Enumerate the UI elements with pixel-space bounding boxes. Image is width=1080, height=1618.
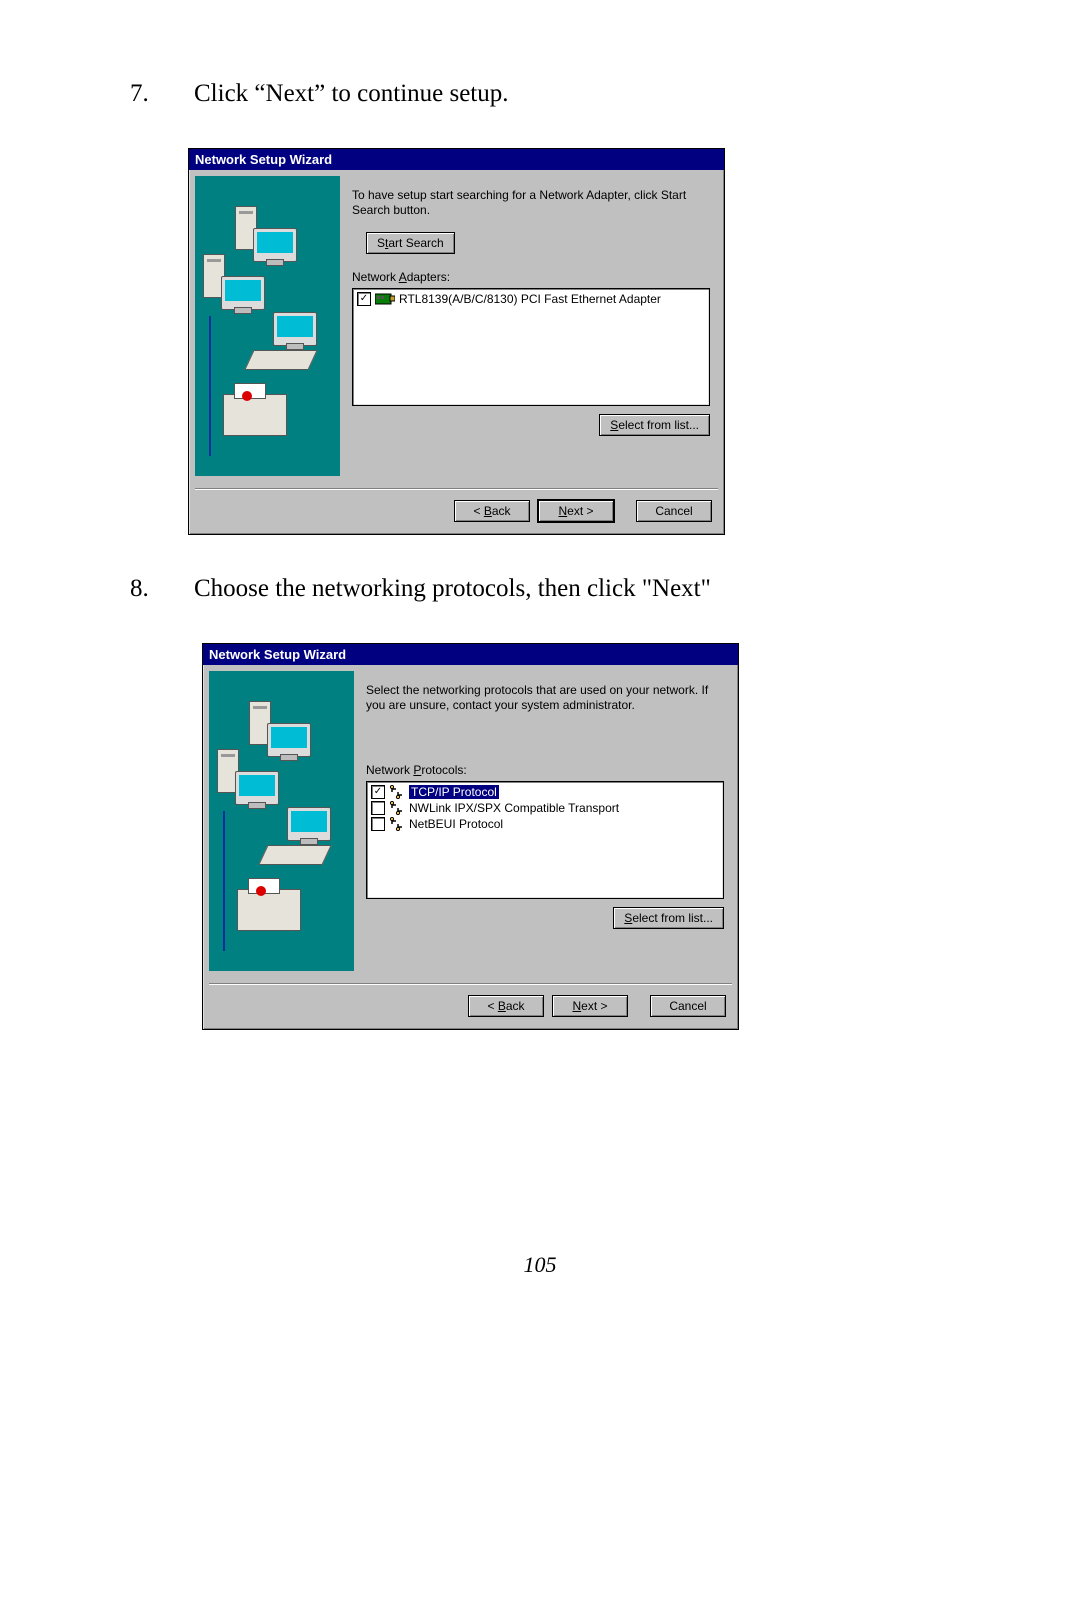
protocol-name: NetBEUI Protocol (409, 817, 503, 831)
instruction-list: 8. Choose the networking protocols, then… (130, 575, 950, 603)
dialog-footer: < Back Next > Cancel (189, 490, 724, 534)
adapter-name: RTL8139(A/B/C/8130) PCI Fast Ethernet Ad… (399, 292, 661, 306)
list-item[interactable]: NWLink IPX/SPX Compatible Transport (369, 800, 721, 816)
network-adapters-label: Network Adapters: (352, 270, 710, 284)
protocol-icon (389, 801, 405, 815)
step-text: Click “Next” to continue setup. (194, 80, 950, 108)
screenshot-1: Network Setup Wizard To have setup start… (188, 148, 950, 535)
network-setup-wizard-dialog: Network Setup Wizard Select the networki… (202, 643, 739, 1030)
dialog-title: Network Setup Wizard (203, 644, 738, 665)
start-search-button[interactable]: Start Search (366, 232, 455, 254)
step-number: 8. (130, 575, 194, 603)
next-button[interactable]: Next > (552, 995, 628, 1017)
select-from-list-button[interactable]: Select from list... (613, 907, 724, 929)
checkbox-icon[interactable] (357, 292, 371, 306)
list-item[interactable]: NetBEUI Protocol (369, 816, 721, 832)
wizard-sidebar-graphic (195, 176, 340, 476)
back-button[interactable]: < Back (468, 995, 544, 1017)
wizard-sidebar-graphic (209, 671, 354, 971)
checkbox-icon[interactable] (371, 801, 385, 815)
protocol-icon (389, 817, 405, 831)
protocol-name: NWLink IPX/SPX Compatible Transport (409, 801, 619, 815)
network-adapters-listbox[interactable]: RTL8139(A/B/C/8130) PCI Fast Ethernet Ad… (352, 288, 710, 406)
checkbox-icon[interactable] (371, 817, 385, 831)
step-number: 7. (130, 80, 194, 108)
screenshot-2: Network Setup Wizard Select the networki… (202, 643, 950, 1030)
instruction-step: 7. Click “Next” to continue setup. (130, 80, 950, 108)
select-from-list-button[interactable]: Select from list... (599, 414, 710, 436)
next-button[interactable]: Next > (538, 500, 614, 522)
dialog-footer: < Back Next > Cancel (203, 985, 738, 1029)
dialog-intro-text: To have setup start searching for a Netw… (352, 188, 710, 218)
checkbox-icon[interactable] (371, 785, 385, 799)
network-card-icon (375, 292, 395, 306)
page-number: 105 (0, 1252, 1080, 1278)
dialog-title: Network Setup Wizard (189, 149, 724, 170)
network-protocols-label: Network Protocols: (366, 763, 724, 777)
instruction-list: 7. Click “Next” to continue setup. (130, 80, 950, 108)
list-item[interactable]: RTL8139(A/B/C/8130) PCI Fast Ethernet Ad… (355, 291, 707, 307)
cancel-button[interactable]: Cancel (650, 995, 726, 1017)
cancel-button[interactable]: Cancel (636, 500, 712, 522)
network-setup-wizard-dialog: Network Setup Wizard To have setup start… (188, 148, 725, 535)
step-text: Choose the networking protocols, then cl… (194, 575, 950, 603)
protocol-icon (389, 785, 405, 799)
protocol-name: TCP/IP Protocol (409, 785, 499, 799)
instruction-step: 8. Choose the networking protocols, then… (130, 575, 950, 603)
list-item[interactable]: TCP/IP Protocol (369, 784, 721, 800)
back-button[interactable]: < Back (454, 500, 530, 522)
dialog-intro-text: Select the networking protocols that are… (366, 683, 724, 713)
network-protocols-listbox[interactable]: TCP/IP Protocol NWLink I (366, 781, 724, 899)
document-page: 7. Click “Next” to continue setup. Netwo… (0, 0, 1080, 1618)
